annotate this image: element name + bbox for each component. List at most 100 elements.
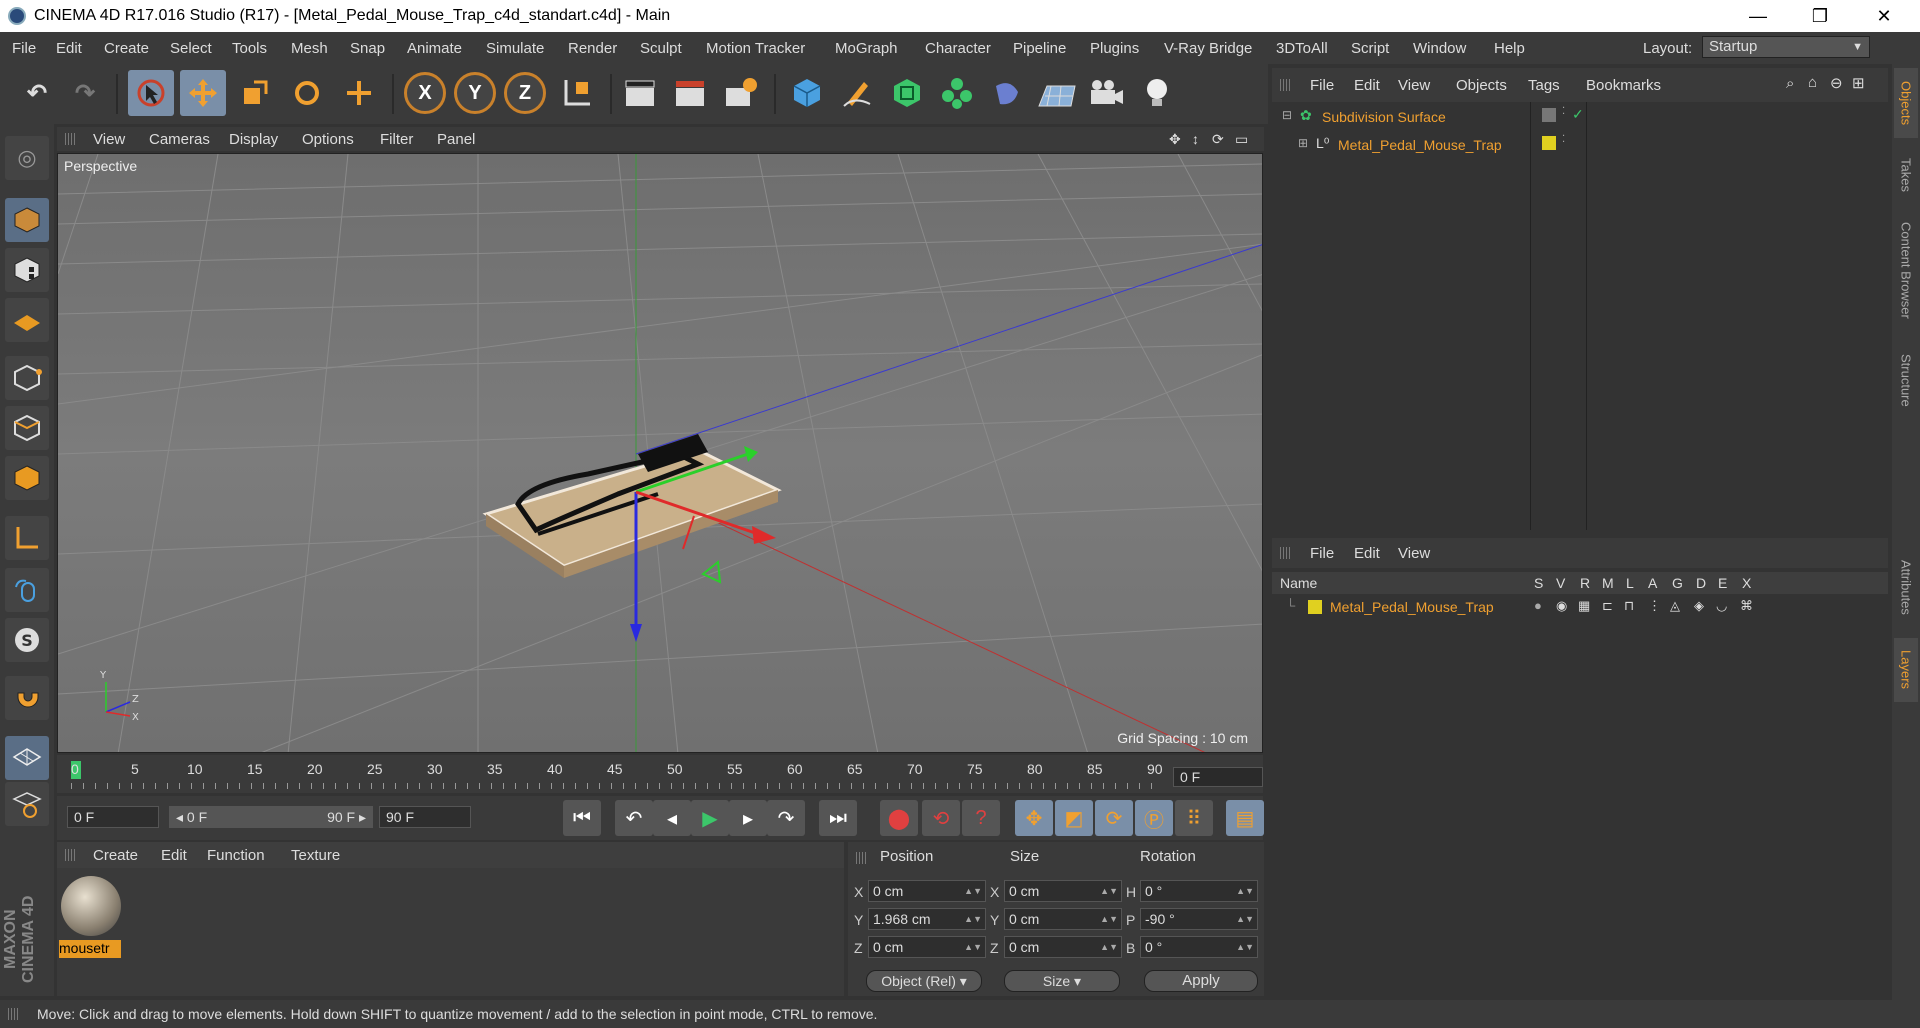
menu-plugins[interactable]: Plugins [1090, 40, 1139, 57]
menu-mograph[interactable]: MoGraph [835, 40, 898, 57]
tweak-mode-button[interactable] [5, 568, 49, 612]
model-mode-button[interactable] [5, 198, 49, 242]
search-icon[interactable]: ⌕ [1786, 75, 1794, 92]
om-menu-edit[interactable]: Edit [1354, 77, 1380, 94]
previous-key-button[interactable]: ↶ [615, 800, 653, 836]
spinner-icon[interactable]: ▲▼ [1100, 909, 1118, 929]
spinner-icon[interactable]: ▲▼ [1236, 909, 1254, 929]
spinner-icon[interactable]: ▲▼ [964, 937, 982, 957]
viewport-menu-display[interactable]: Display [229, 131, 278, 148]
range-end-handle[interactable]: 90 F ▸ [287, 806, 373, 828]
om-menu-file[interactable]: File [1310, 77, 1334, 94]
layout-select[interactable]: Startup ▼ [1702, 36, 1870, 58]
floor-button[interactable] [1034, 70, 1080, 116]
spinner-icon[interactable]: ▲▼ [1100, 937, 1118, 957]
menu-sculpt[interactable]: Sculpt [640, 40, 682, 57]
go-to-start-button[interactable]: ⏮ [563, 800, 601, 836]
coordinate-mode-dropdown[interactable]: Object (Rel) ▾ [866, 970, 982, 992]
position-z-field[interactable]: 0 cm ▲▼ [868, 936, 986, 958]
pen-tool-button[interactable] [834, 70, 880, 116]
close-button[interactable]: ✕ [1856, 0, 1912, 32]
tab-attributes[interactable]: Attributes [1894, 542, 1918, 632]
menu-snap[interactable]: Snap [350, 40, 385, 57]
menu-select[interactable]: Select [170, 40, 212, 57]
object-name[interactable]: Subdivision Surface [1322, 109, 1446, 125]
rotation-b-field[interactable]: 0 ° ▲▼ [1140, 936, 1258, 958]
size-y-field[interactable]: 0 cm ▲▼ [1004, 908, 1122, 930]
scale-tool-button[interactable] [232, 70, 278, 116]
spinner-icon[interactable]: ▲▼ [1100, 881, 1118, 901]
render-picture-viewer-button[interactable] [668, 70, 714, 116]
apply-button[interactable]: Apply [1144, 970, 1258, 992]
points-mode-button[interactable] [5, 356, 49, 400]
lm-menu-edit[interactable]: Edit [1354, 545, 1380, 562]
maximize-button[interactable]: ❐ [1792, 0, 1848, 32]
minimize-button[interactable]: — [1730, 0, 1786, 32]
lock-icon[interactable]: ⊓ [1624, 598, 1634, 614]
start-frame-field[interactable]: 0 F [67, 806, 159, 828]
edges-mode-button[interactable] [5, 406, 49, 450]
workplane-lock-button[interactable] [5, 736, 49, 780]
solo-dot-icon[interactable]: ● [1534, 598, 1542, 613]
position-y-field[interactable]: 1.968 cm ▲▼ [868, 908, 986, 930]
spinner-icon[interactable]: ▲▼ [1236, 881, 1254, 901]
visibility-dots-icon[interactable]: ⁚ [1562, 134, 1565, 145]
tab-structure[interactable]: Structure [1894, 340, 1918, 420]
viewport-maximize-icon[interactable]: ▭ [1235, 131, 1248, 148]
material-menu-edit[interactable]: Edit [161, 847, 187, 864]
manager-icon[interactable]: ⊏ [1602, 598, 1613, 614]
deformer-button[interactable] [984, 70, 1030, 116]
menu-edit[interactable]: Edit [56, 40, 82, 57]
visibility-dots-icon[interactable]: ⁚ [1562, 106, 1565, 117]
viewport-dolly-icon[interactable]: ↕ [1192, 131, 1199, 147]
tab-layers[interactable]: Layers [1894, 638, 1918, 702]
make-editable-button[interactable]: ◎ [5, 136, 49, 180]
x-axis-button[interactable]: X [402, 70, 448, 116]
generator-icon[interactable]: ◬ [1670, 598, 1680, 614]
y-axis-button[interactable]: Y [452, 70, 498, 116]
z-axis-button[interactable]: Z [502, 70, 548, 116]
render-settings-button[interactable] [718, 70, 764, 116]
locked-workplane-button[interactable] [5, 782, 49, 826]
home-icon[interactable]: ⌂ [1808, 74, 1817, 91]
viewport-menu-filter[interactable]: Filter [380, 131, 413, 148]
range-start-handle[interactable]: ◂ 0 F [169, 806, 287, 828]
om-menu-bookmarks[interactable]: Bookmarks [1586, 77, 1661, 94]
menu-character[interactable]: Character [925, 40, 991, 57]
texture-mode-button[interactable] [5, 248, 49, 292]
render-clapboard-icon[interactable]: ▦ [1578, 598, 1590, 614]
end-frame-field[interactable]: 90 F [379, 806, 471, 828]
key-parameter-button[interactable]: Ⓟ [1135, 800, 1173, 836]
object-name[interactable]: Metal_Pedal_Mouse_Trap [1338, 137, 1502, 153]
solo-mode-button[interactable]: S [5, 618, 49, 662]
om-menu-view[interactable]: View [1398, 77, 1430, 94]
key-scale-button[interactable]: ◩ [1055, 800, 1093, 836]
keyframe-selection-button[interactable]: ? [962, 800, 1000, 836]
size-z-field[interactable]: 0 cm ▲▼ [1004, 936, 1122, 958]
undo-button[interactable]: ↶ [14, 70, 60, 116]
menu-mesh[interactable]: Mesh [291, 40, 328, 57]
tab-objects[interactable]: Objects [1894, 68, 1918, 138]
viewport-menu-view[interactable]: View [93, 131, 125, 148]
play-button[interactable]: ▶ [691, 800, 729, 836]
menu-motion-tracker[interactable]: Motion Tracker [706, 40, 805, 57]
menu-file[interactable]: File [12, 40, 36, 57]
lm-menu-file[interactable]: File [1310, 545, 1334, 562]
subdivision-surface-button[interactable] [884, 70, 930, 116]
material-menu-create[interactable]: Create [93, 847, 138, 864]
menu-3dtoall[interactable]: 3DToAll [1276, 40, 1328, 57]
viewport-move-icon[interactable]: ✥ [1169, 131, 1181, 148]
next-key-button[interactable]: ↷ [767, 800, 805, 836]
menu-vray-bridge[interactable]: V-Ray Bridge [1164, 40, 1252, 57]
viewport-menu-panel[interactable]: Panel [437, 131, 475, 148]
rotation-p-field[interactable]: -90 ° ▲▼ [1140, 908, 1258, 930]
position-x-field[interactable]: 0 cm ▲▼ [868, 880, 986, 902]
mograph-cloner-button[interactable] [934, 70, 980, 116]
size-x-field[interactable]: 0 cm ▲▼ [1004, 880, 1122, 902]
tab-takes[interactable]: Takes [1894, 148, 1918, 202]
key-point-level-button[interactable]: ⠿ [1175, 800, 1213, 836]
key-position-button[interactable]: ✥ [1015, 800, 1053, 836]
new-window-icon[interactable]: ⊞ [1852, 74, 1865, 92]
menu-create[interactable]: Create [104, 40, 149, 57]
snap-button[interactable] [5, 676, 49, 720]
